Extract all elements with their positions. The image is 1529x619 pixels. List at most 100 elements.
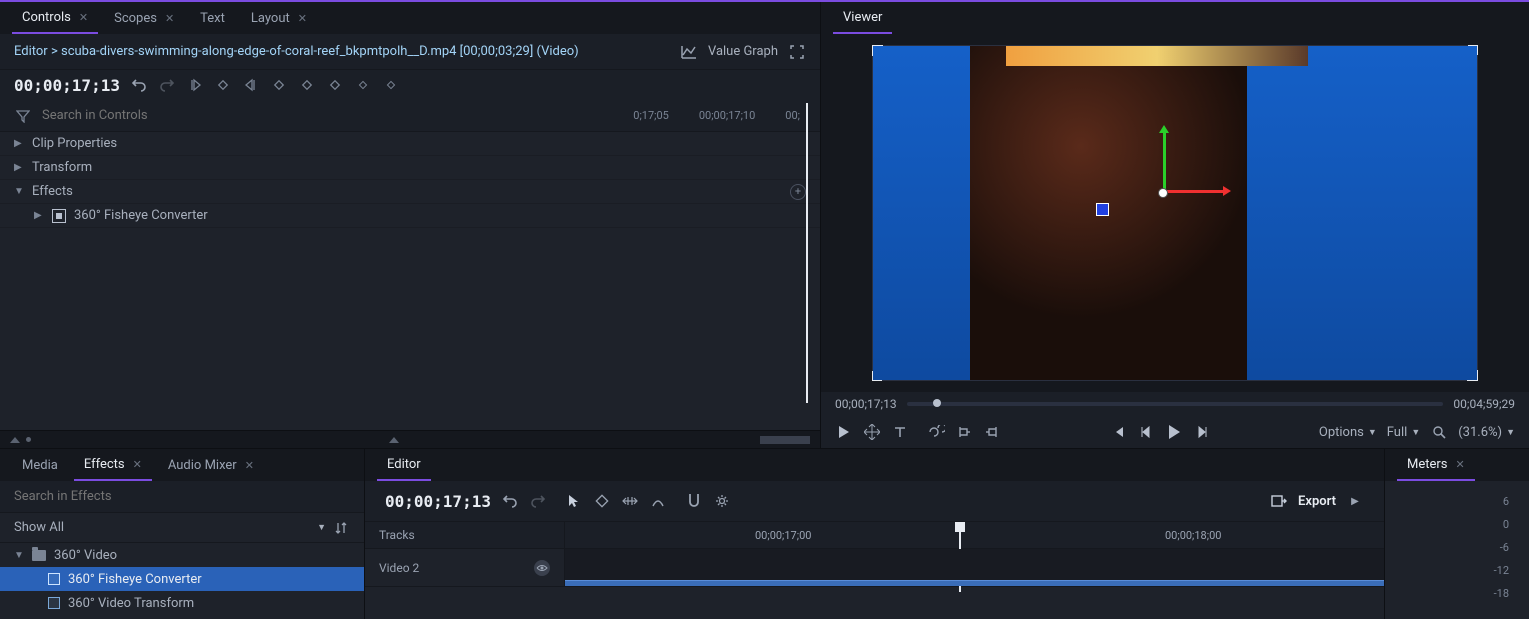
quality-dropdown[interactable]: Full▼ (1387, 425, 1420, 440)
options-dropdown[interactable]: Options▼ (1319, 425, 1377, 440)
text-tool-icon[interactable] (891, 423, 909, 441)
snap-icon[interactable] (685, 492, 703, 510)
rate-tool-icon[interactable] (649, 492, 667, 510)
tab-controls[interactable]: Controls✕ (12, 2, 98, 34)
mark-out-icon[interactable] (983, 423, 1001, 441)
tab-audio-mixer[interactable]: Audio Mixer✕ (158, 449, 264, 481)
show-all-row[interactable]: Show All ▼ (0, 513, 364, 543)
tab-layout[interactable]: Layout✕ (241, 2, 317, 34)
viewport[interactable] (872, 45, 1478, 381)
step-forward-icon[interactable] (1193, 423, 1211, 441)
loop-icon[interactable] (927, 423, 945, 441)
add-effect-icon[interactable]: + (790, 184, 806, 200)
keyframe-nav2-icon[interactable] (298, 76, 316, 94)
tab-media[interactable]: Media (12, 449, 68, 481)
triangle-icon[interactable] (389, 437, 399, 443)
redo-icon[interactable] (158, 76, 176, 94)
settings-icon[interactable] (713, 492, 731, 510)
viewer-timecode-current[interactable]: 00;00;17;13 (835, 397, 897, 411)
viewer-controls: Options▼ Full▼ (31.6%)▼ (821, 416, 1529, 448)
scale-label: 6 (1503, 495, 1509, 508)
track-video-2[interactable]: Video 2 (365, 549, 1384, 587)
selection-tool-icon[interactable] (565, 492, 583, 510)
fx-category-360-video[interactable]: ▼ 360° Video (0, 543, 364, 567)
viewer-scrub-track[interactable] (907, 402, 1444, 406)
keyframe-diamond-icon[interactable] (214, 76, 232, 94)
gizmo-center[interactable] (1158, 188, 1168, 198)
close-icon[interactable]: ✕ (165, 12, 174, 25)
expand-icon[interactable] (788, 43, 806, 61)
viewer-scrub-bar: 00;00;17;13 00;04;59;29 (821, 392, 1529, 416)
tab-scopes-label: Scopes (114, 11, 157, 26)
close-icon[interactable]: ✕ (133, 458, 142, 471)
tab-viewer[interactable]: Viewer (833, 2, 892, 34)
tree-fisheye-converter[interactable]: ▶ 360° Fisheye Converter (0, 204, 820, 228)
zoom-dropdown[interactable]: (31.6%)▼ (1458, 425, 1515, 440)
video-clip[interactable] (565, 580, 1384, 586)
close-icon[interactable]: ✕ (79, 11, 88, 24)
gizmo-y-axis[interactable] (1163, 133, 1166, 193)
undo-icon[interactable] (130, 76, 148, 94)
sort-icon[interactable] (332, 519, 350, 537)
gizmo-z-handle[interactable] (1096, 203, 1109, 216)
tab-scopes[interactable]: Scopes ✕ (104, 2, 184, 34)
visibility-icon[interactable] (534, 560, 550, 576)
filter-icon[interactable] (14, 107, 32, 125)
keyframe-small-icon[interactable] (354, 76, 372, 94)
tab-text-label: Text (200, 11, 225, 26)
timeline-ruler[interactable]: 00;00;17;00 00;00;18;00 (565, 522, 1384, 548)
redo-icon[interactable] (529, 492, 547, 510)
scrub-head[interactable] (933, 399, 941, 407)
keyframe-nav-icon[interactable] (270, 76, 288, 94)
controls-timecode[interactable]: 00;00;17;13 (14, 76, 120, 95)
controls-mini-ruler[interactable]: 0;17;05 00;00;17;10 00; (633, 109, 806, 122)
export-button[interactable]: Export (1298, 494, 1336, 509)
value-graph-link[interactable]: Value Graph (708, 44, 778, 59)
timeline-playhead[interactable] (955, 522, 965, 532)
scrollbar-thumb[interactable] (760, 436, 810, 444)
step-back-icon[interactable] (1137, 423, 1155, 441)
tab-editor[interactable]: Editor (377, 449, 431, 481)
close-icon[interactable]: ✕ (1456, 458, 1465, 471)
viewer-body[interactable] (821, 34, 1529, 392)
close-icon[interactable]: ✕ (298, 12, 307, 25)
close-icon[interactable]: ✕ (245, 459, 254, 472)
tab-text[interactable]: Text (190, 2, 235, 34)
zoom-icon[interactable] (1430, 423, 1448, 441)
tree-transform[interactable]: ▶Transform (0, 156, 820, 180)
gizmo-x-axis[interactable] (1163, 190, 1223, 193)
tree-effects[interactable]: ▼Effects+ (0, 180, 820, 204)
breadcrumb[interactable]: Editor > scuba-divers-swimming-along-edg… (14, 44, 579, 59)
value-graph-icon[interactable] (680, 43, 698, 61)
slip-tool-icon[interactable] (621, 492, 639, 510)
goto-start-icon[interactable] (1109, 423, 1127, 441)
tab-effects[interactable]: Effects✕ (74, 449, 152, 481)
effects-search-row (0, 481, 364, 513)
effect-enabled-icon[interactable] (52, 209, 66, 223)
slice-tool-icon[interactable] (593, 492, 611, 510)
controls-search-input[interactable] (42, 108, 623, 123)
fx-item-label: 360° Fisheye Converter (68, 572, 202, 587)
editor-timecode[interactable]: 00;00;17;13 (385, 492, 491, 511)
breadcrumb-sep: > (51, 44, 58, 59)
keyframe-nav3-icon[interactable] (326, 76, 344, 94)
undo-icon[interactable] (501, 492, 519, 510)
keyframe-small2-icon[interactable] (382, 76, 400, 94)
play-button[interactable] (1165, 423, 1183, 441)
folder-icon (32, 550, 46, 561)
keyframe-prev-icon[interactable] (186, 76, 204, 94)
playhead-line[interactable] (806, 103, 808, 403)
tree-clip-properties[interactable]: ▶Clip Properties (0, 132, 820, 156)
fx-item-fisheye-converter[interactable]: 360° Fisheye Converter (0, 567, 364, 591)
pan-icon[interactable] (863, 423, 881, 441)
effects-search-input[interactable] (14, 489, 350, 504)
play-icon[interactable] (835, 423, 853, 441)
export-icon[interactable] (1270, 492, 1288, 510)
triangle-icon[interactable] (10, 437, 20, 443)
fx-item-video-transform[interactable]: 360° Video Transform (0, 591, 364, 615)
chevron-right-icon[interactable]: ▶ (1346, 492, 1364, 510)
mark-in-icon[interactable] (955, 423, 973, 441)
tab-meters[interactable]: Meters✕ (1397, 449, 1475, 481)
track-clip-area[interactable] (565, 549, 1384, 586)
keyframe-next-icon[interactable] (242, 76, 260, 94)
